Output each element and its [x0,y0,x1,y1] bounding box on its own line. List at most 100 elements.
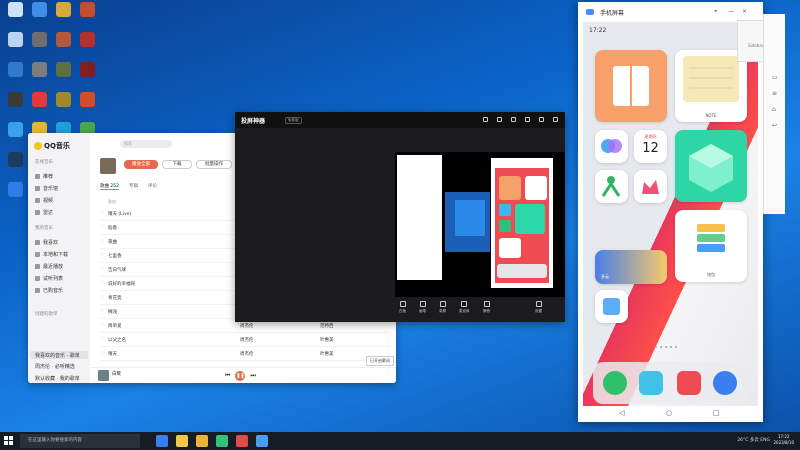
cloud-app-desktop-icon[interactable] [27,2,51,30]
download-button[interactable]: 下载 [162,160,192,169]
heart-icon[interactable]: ♡ [100,309,104,314]
heart-icon[interactable]: ♡ [100,295,104,300]
tool-app-1-desktop-icon[interactable] [27,32,51,60]
mute-tool[interactable]: 静音 [483,301,490,314]
table-row[interactable]: ♡ 以父之名 周杰伦 叶惠美 [100,333,390,347]
batch-button[interactable]: 批量操作 [196,160,232,169]
taskbar-search-input[interactable]: 在这里输入你要搜索的内容 [20,434,140,448]
books-app[interactable] [595,50,667,122]
sidebar-item-recent[interactable]: 最近播放 [35,263,63,270]
heart-icon[interactable]: ♡ [100,225,104,230]
game-app-3-desktop-icon[interactable] [51,32,75,60]
home-icon[interactable]: ⌂ [772,106,776,113]
sidebar-playlist-2[interactable]: 周杰伦 · 必听精选 [35,363,75,370]
song-artist[interactable]: 周杰伦 [240,337,254,343]
game-app-7-desktop-icon[interactable] [3,92,27,120]
sidebar-item-library[interactable]: 音乐馆 [35,185,58,192]
circles-app[interactable] [595,130,628,163]
maximize-icon[interactable] [539,117,544,122]
system-tray[interactable]: 26°C 多云 ENG [737,437,770,443]
heart-icon[interactable]: ♡ [100,337,104,342]
network-app-desktop-icon[interactable] [3,62,27,90]
song-album[interactable]: 叶惠美 [320,351,334,357]
game-app-5-desktop-icon[interactable] [51,62,75,90]
menu-icon[interactable] [511,117,516,122]
calendar-app[interactable]: 星期四 12 [634,130,667,163]
heart-icon[interactable]: ♡ [100,267,104,272]
next-icon[interactable]: ⏭ [250,372,255,380]
song-album[interactable]: 范特西 [320,323,334,329]
sidebar-item-radar[interactable]: 雷达 [35,209,53,216]
sidebar-item-liked[interactable]: 我喜欢 [35,239,58,246]
box-app[interactable] [595,290,628,323]
home-icon[interactable]: ○ [666,409,672,417]
sidebar-item-video[interactable]: 视频 [35,197,53,204]
cast-taskbar-icon[interactable] [236,435,248,447]
recents-icon[interactable]: □ [713,409,720,417]
edge-taskbar-icon[interactable] [156,435,168,447]
record-tool[interactable]: 录屏 [439,301,446,314]
song-album[interactable]: 叶惠美 [320,337,334,343]
minimize-icon[interactable] [525,117,530,122]
game-app-8-desktop-icon[interactable] [51,92,75,120]
recycle-bin-desktop-icon[interactable] [3,2,27,30]
music-app-icon[interactable] [677,371,701,395]
weather-widget[interactable]: 多云 [595,250,667,284]
sidebar-item-purchased[interactable]: 已购音乐 [35,287,63,294]
menu-icon[interactable]: ≡ [772,90,777,97]
phone-taskbar-icon[interactable] [256,435,268,447]
start-button[interactable] [4,436,14,446]
game-app-2-desktop-icon[interactable] [75,2,99,30]
song-artist[interactable]: 周杰伦 [240,351,254,357]
sidebar-item-trial[interactable]: 试听列表 [35,275,63,282]
pin-icon[interactable]: ⌖ [714,8,717,16]
tool-app-3-desktop-icon[interactable] [75,92,99,120]
heart-icon[interactable]: ♡ [100,211,104,216]
tab-songs[interactable]: 歌曲 252 [100,183,120,190]
netease-app-desktop-icon[interactable] [27,92,51,120]
sidebar-playlist-1[interactable]: 我喜欢的音乐 · 歌单 [30,351,88,359]
close-icon[interactable] [553,117,558,122]
security-app[interactable] [675,130,747,202]
control-panel-desktop-icon[interactable] [3,122,27,150]
back-icon[interactable]: ◁ [619,409,624,417]
heart-icon[interactable]: ♡ [100,239,104,244]
table-row[interactable]: ♡ 晴天 周杰伦 叶惠美 [100,347,390,361]
mic-tool[interactable]: 麦克风 [459,301,470,314]
heart-icon[interactable]: ♡ [100,351,104,356]
phone-call-icon[interactable] [603,371,627,395]
this-pc-desktop-icon[interactable] [3,32,27,60]
game-app-4-desktop-icon[interactable] [75,32,99,60]
tab-albums[interactable]: 专辑 [129,183,138,190]
taskbar-clock[interactable]: 17:22 2023/8/10 [773,434,794,446]
settings-icon[interactable] [497,117,502,122]
settings-tool[interactable]: 设置 [535,301,542,314]
heart-icon[interactable]: ♡ [100,323,104,328]
sidebar-item-recommend[interactable]: 推荐 [35,173,53,180]
sidebar-item-local[interactable]: 本地和下载 [35,251,68,258]
crown-app[interactable] [634,170,667,203]
close-icon[interactable]: × [742,8,747,15]
prev-icon[interactable]: ⏮ [225,372,230,380]
game-app-6-desktop-icon[interactable] [75,62,99,90]
sidebar-playlist-3[interactable]: 默认收藏 · 我的歌单 [35,375,80,382]
screenshot-icon[interactable]: ▭ [772,74,778,81]
pause-icon[interactable]: ❚❚ [235,371,246,381]
heart-icon[interactable]: ♡ [100,281,104,286]
whiteboard-tool[interactable]: 白板 [399,301,406,314]
minimize-icon[interactable]: — [728,8,734,15]
chrome-taskbar-icon[interactable] [196,435,208,447]
heart-icon[interactable]: ♡ [100,253,104,258]
back-icon[interactable]: ↩ [772,122,777,129]
person-app[interactable] [595,170,628,203]
music-search-input[interactable]: 搜索 [120,140,172,148]
tab-comments[interactable]: 评论 [148,183,157,190]
game-app-1-desktop-icon[interactable] [51,2,75,30]
avatar-icon[interactable] [483,117,488,122]
song-artist[interactable]: 周杰伦 [240,323,254,329]
qq-music-taskbar-icon[interactable] [216,435,228,447]
pen-tool[interactable]: 画笔 [419,301,426,314]
wallet-widget[interactable]: 钱包 [675,210,747,282]
explorer-taskbar-icon[interactable] [176,435,188,447]
tool-app-2-desktop-icon[interactable] [27,62,51,90]
